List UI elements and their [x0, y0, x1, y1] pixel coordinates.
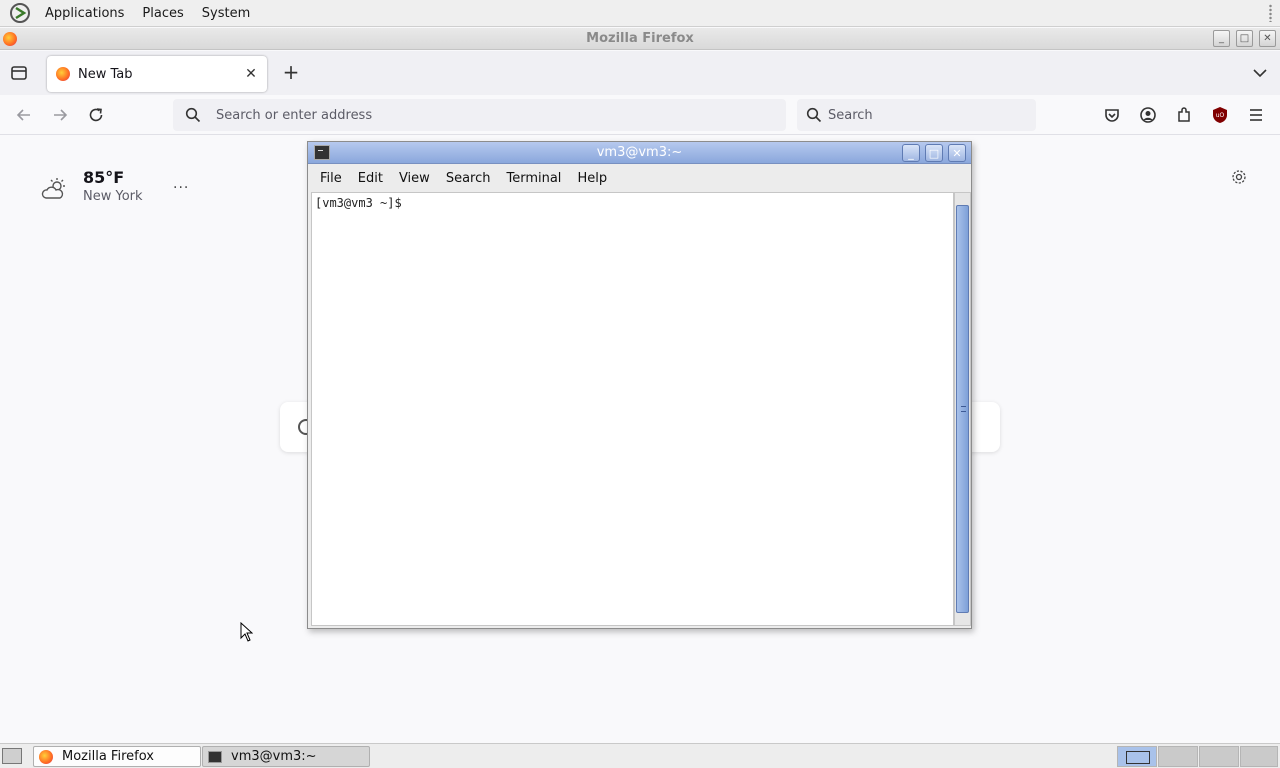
terminal-prompt: [vm3@vm3 ~]$ [315, 196, 409, 210]
taskbar-firefox[interactable]: Mozilla Firefox [33, 746, 201, 767]
workspace-3[interactable] [1199, 746, 1239, 767]
places-menu[interactable]: Places [133, 6, 192, 21]
weather-temperature: 85°F [83, 168, 125, 187]
firefox-titlebar[interactable]: Mozilla Firefox _ □ ✕ [0, 28, 1280, 50]
terminal-menu-edit[interactable]: Edit [350, 171, 391, 186]
mouse-cursor-icon [240, 622, 253, 642]
tab-label: New Tab [78, 66, 133, 82]
firefox-icon [56, 67, 70, 81]
new-tab-button[interactable]: + [281, 60, 301, 84]
partly-cloudy-icon [41, 178, 65, 199]
weather-city: New York [83, 189, 143, 204]
account-icon[interactable] [1138, 105, 1158, 125]
system-menu[interactable]: System [193, 6, 259, 21]
terminal-titlebar[interactable]: vm3@vm3:~ _ □ ✕ [308, 142, 971, 164]
search-input[interactable] [828, 107, 1018, 123]
menu-icon[interactable] [1246, 105, 1266, 125]
close-button[interactable]: ✕ [1259, 30, 1276, 47]
gnome-foot-icon[interactable] [9, 2, 31, 24]
gear-icon[interactable] [1230, 168, 1248, 186]
workspace-4[interactable] [1240, 746, 1278, 767]
extensions-icon[interactable] [1174, 105, 1194, 125]
terminal-title: vm3@vm3:~ [596, 145, 683, 160]
terminal-menu-help[interactable]: Help [569, 171, 615, 186]
terminal-menu-file[interactable]: File [312, 171, 350, 186]
terminal-menu-search[interactable]: Search [438, 171, 499, 186]
url-bar[interactable] [173, 99, 786, 131]
tab-new-tab[interactable]: New Tab ✕ [47, 56, 267, 92]
forward-icon[interactable] [50, 105, 70, 125]
firefox-icon [39, 749, 53, 764]
ublock-icon[interactable]: uO [1210, 105, 1230, 125]
svg-text:uO: uO [1216, 112, 1225, 119]
search-icon [185, 107, 201, 123]
tab-strip: New Tab ✕ + [0, 51, 1280, 95]
terminal-icon [208, 750, 222, 763]
terminal-scrollbar[interactable] [954, 192, 971, 626]
window-title: Mozilla Firefox [586, 31, 694, 46]
scrollbar-grip-icon [961, 406, 966, 412]
nav-bar: uO [0, 95, 1280, 135]
chevron-down-icon[interactable] [1250, 63, 1270, 83]
terminal-minimize-button[interactable]: _ [902, 144, 920, 162]
terminal-body[interactable]: [vm3@vm3 ~]$ [311, 192, 954, 626]
terminal-menubar: File Edit View Search Terminal Help [308, 165, 971, 191]
terminal-window[interactable]: vm3@vm3:~ _ □ ✕ File Edit View Search Te… [307, 141, 972, 629]
minimize-button[interactable]: _ [1213, 30, 1230, 47]
search-bar[interactable] [797, 99, 1036, 131]
taskbar-label: vm3@vm3:~ [231, 749, 317, 764]
maximize-button[interactable]: □ [1236, 30, 1253, 47]
weather-widget[interactable]: 85°F New York [40, 168, 143, 204]
workspace-2[interactable] [1158, 746, 1198, 767]
panel-handle [1269, 4, 1272, 22]
terminal-menu-terminal[interactable]: Terminal [498, 171, 569, 186]
bottom-panel: Mozilla Firefox vm3@vm3:~ [0, 743, 1280, 768]
taskbar-terminal[interactable]: vm3@vm3:~ [202, 746, 370, 767]
weather-more-button[interactable]: ··· [173, 180, 189, 196]
taskbar-label: Mozilla Firefox [62, 749, 154, 764]
pocket-icon[interactable] [1102, 105, 1122, 125]
applications-menu[interactable]: Applications [36, 6, 133, 21]
firefox-view-icon[interactable] [9, 63, 29, 83]
show-desktop-button[interactable] [2, 748, 22, 764]
terminal-close-button[interactable]: ✕ [948, 144, 966, 162]
url-input[interactable] [216, 107, 616, 123]
reload-icon[interactable] [86, 105, 106, 125]
terminal-maximize-button[interactable]: □ [925, 144, 943, 162]
scrollbar-thumb[interactable] [956, 205, 969, 613]
close-icon[interactable]: ✕ [243, 66, 259, 82]
top-panel: Applications Places System [0, 0, 1280, 27]
back-icon[interactable] [14, 105, 34, 125]
search-icon [806, 107, 822, 123]
workspace-1[interactable] [1117, 746, 1157, 767]
terminal-menu-view[interactable]: View [391, 171, 438, 186]
